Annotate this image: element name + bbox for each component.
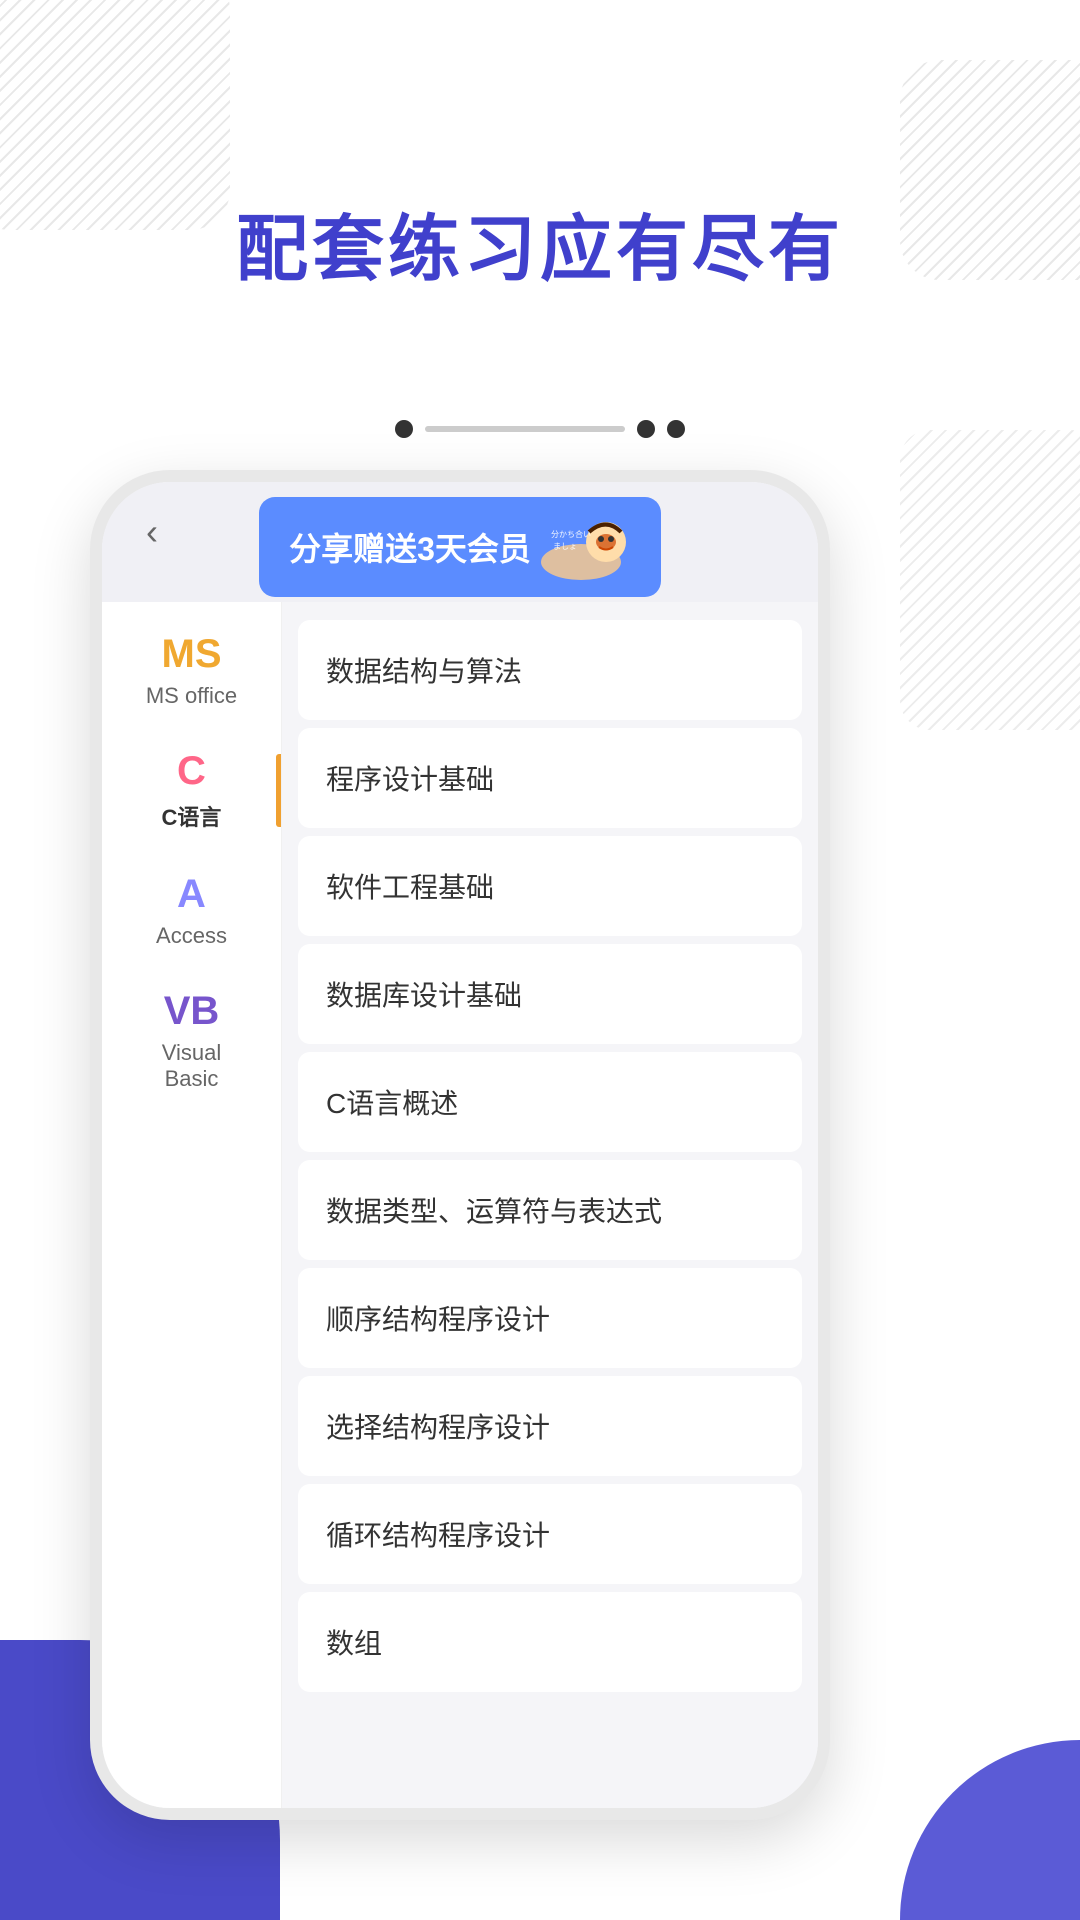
vb-label: VisualBasic (162, 1040, 222, 1092)
ms-office-icon: MS (162, 632, 222, 677)
back-button[interactable]: ‹ (122, 502, 182, 562)
bg-decoration-mid-right (900, 430, 1080, 730)
list-item[interactable]: 选择结构程序设计 (298, 1376, 802, 1476)
back-icon: ‹ (146, 511, 158, 553)
svg-text:ましょ: ましょ (553, 542, 577, 551)
c-lang-icon: C (177, 749, 206, 794)
list-item[interactable]: 循环结构程序设计 (298, 1484, 802, 1584)
dot-2 (637, 420, 655, 438)
sidebar-item-ms-office[interactable]: MS MS office (102, 612, 281, 729)
list-item[interactable]: 程序设计基础 (298, 728, 802, 828)
sidebar-item-access[interactable]: A Access (102, 852, 281, 969)
vb-icon: VB (164, 989, 220, 1034)
ms-office-label: MS office (146, 683, 237, 709)
page-title: 配套练习应有尽有 (0, 190, 1080, 295)
banner-text: 分享赠送3天会员 (289, 524, 531, 570)
list-item[interactable]: C语言概述 (298, 1052, 802, 1152)
list-item[interactable]: 顺序结构程序设计 (298, 1268, 802, 1368)
sidebar-item-c-lang[interactable]: C C语言 (102, 729, 281, 852)
sidebar-item-vb[interactable]: VB VisualBasic (102, 969, 281, 1112)
page-indicator (0, 420, 1080, 438)
list-item[interactable]: 数据库设计基础 (298, 944, 802, 1044)
list-item[interactable]: 数据结构与算法 (298, 620, 802, 720)
access-label: Access (156, 923, 227, 949)
list-item[interactable]: 数据类型、运算符与表达式 (298, 1160, 802, 1260)
dot-1 (395, 420, 413, 438)
bg-decoration-purple-right (900, 1740, 1080, 1920)
phone-header: ‹ 分享赠送3天会员 分かち合い (102, 482, 818, 602)
content-area: MS MS office C C语言 A Access VB VisualBas… (102, 602, 818, 1808)
share-banner[interactable]: 分享赠送3天会员 分かち合い ましょ (259, 497, 661, 597)
list-item[interactable]: 数组 (298, 1592, 802, 1692)
banner-mascot: 分かち合い ましょ (531, 507, 631, 587)
phone-mockup: ‹ 分享赠送3天会员 分かち合い (90, 470, 830, 1820)
sidebar: MS MS office C C语言 A Access VB VisualBas… (102, 602, 282, 1808)
list-item[interactable]: 软件工程基础 (298, 836, 802, 936)
dot-3 (667, 420, 685, 438)
chapter-list: 数据结构与算法程序设计基础软件工程基础数据库设计基础C语言概述数据类型、运算符与… (282, 602, 818, 1808)
svg-text:分かち合い: 分かち合い (551, 529, 591, 539)
access-icon: A (177, 872, 206, 917)
dot-line (425, 426, 625, 432)
c-lang-label: C语言 (162, 800, 222, 832)
